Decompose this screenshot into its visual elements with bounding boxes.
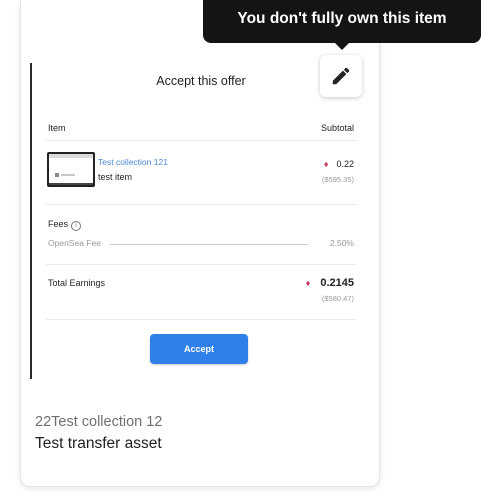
item-thumbnail: [47, 152, 95, 187]
total-earnings-eth: 0.2145: [320, 277, 354, 289]
divider: [46, 319, 356, 320]
fees-heading: Fees i: [48, 219, 82, 231]
total-earnings-label: Total Earnings: [48, 278, 106, 288]
ethereum-icon: ♦: [305, 278, 311, 288]
divider: [46, 264, 356, 265]
divider: [46, 140, 356, 141]
fees-label: Fees: [48, 219, 69, 229]
divider: [46, 204, 356, 205]
item-price-eth: 0.22: [336, 159, 354, 169]
fee-value: 2.50%: [329, 238, 354, 248]
accept-offer-modal: Accept this offer Item Subtotal Test col…: [30, 63, 370, 379]
subtotal-column-header: Subtotal: [320, 123, 354, 133]
pencil-icon: [332, 67, 350, 85]
item-price-usd: ($595.35): [321, 175, 354, 184]
info-icon[interactable]: i: [71, 221, 82, 231]
item-price: ♦ 0.22: [324, 159, 354, 169]
accept-button[interactable]: Accept: [150, 334, 248, 364]
edit-button[interactable]: [320, 55, 362, 97]
card-collection-name[interactable]: 22Test collection 12: [35, 414, 162, 430]
item-name: test item: [98, 172, 133, 182]
ownership-tooltip: You don't fully own this item: [203, 0, 481, 43]
item-collection-link[interactable]: Test collection 121: [98, 157, 168, 167]
fee-leader-line: [110, 244, 308, 245]
card-asset-name[interactable]: Test transfer asset: [35, 435, 162, 453]
item-column-header: Item: [48, 123, 66, 133]
ethereum-icon: ♦: [323, 159, 329, 169]
tooltip-arrow: [335, 43, 349, 50]
fee-name: OpenSea Fee: [48, 238, 101, 248]
total-earnings: ♦ 0.2145: [306, 277, 354, 289]
total-earnings-usd: ($580.47): [321, 294, 354, 303]
